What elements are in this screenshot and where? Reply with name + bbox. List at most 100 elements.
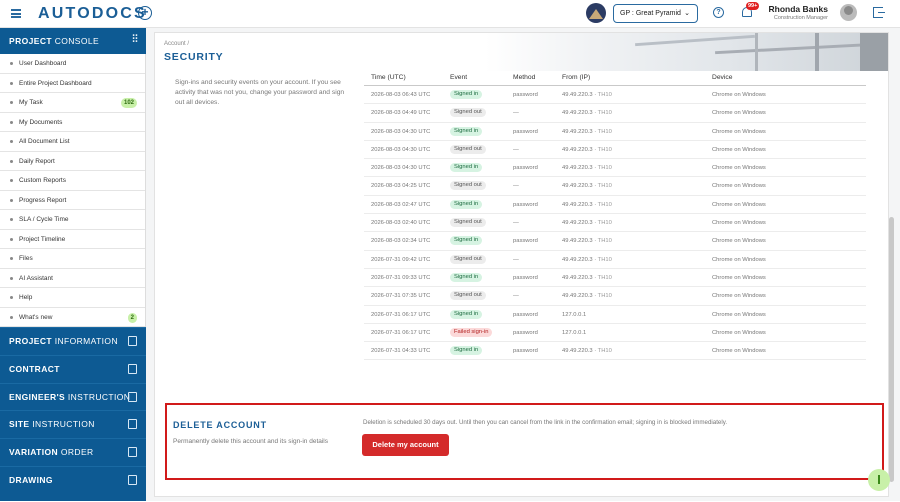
page-description: Sign-ins and security events on your acc… (175, 79, 345, 106)
table-row: 2026-07-31 06:17 UTC Failed sign-in passwo… (364, 324, 866, 343)
cell-ip: 127.0.0.1 (562, 324, 586, 342)
avatar[interactable] (840, 4, 857, 21)
sidebar-item[interactable]: Progress Report (0, 191, 145, 210)
cell-method: — (513, 256, 519, 263)
cell-ip: 127.0.0.1 (562, 306, 586, 324)
cell-device: Chrome on Windows (712, 201, 766, 208)
cell-event: Signed out (450, 177, 486, 195)
ip-address: 49.49.220.3 (562, 201, 593, 208)
sidebar-item-label: Entire Project Dashboard (19, 79, 92, 87)
cell-time: 2026-08-03 04:30 UTC (371, 146, 431, 153)
ip-address: 49.49.220.3 (562, 238, 593, 245)
event-badge: Failed sign-in (450, 327, 493, 337)
sidebar-item[interactable]: My Task 102 (0, 93, 145, 113)
cell-ip: 49.49.220.3 · TH10 (562, 201, 612, 208)
sidebar-item-label: Daily Report (19, 157, 55, 165)
help-icon[interactable]: ? (713, 7, 724, 18)
sidebar-item-label: AI Assistant (19, 274, 53, 282)
sidebar: PROJECT CONSOLE ⫶⫶ User Dashboard Entire … (0, 28, 146, 501)
sidebar-item-label: User Dashboard (19, 60, 67, 67)
ip-location: TH10 (597, 274, 612, 281)
event-badge: Signed in (450, 309, 483, 319)
ip-address: 49.49.220.3 (562, 92, 593, 98)
app-logo[interactable]: AUTODOCS (38, 5, 147, 23)
sidebar-section[interactable]: SITE INSTRUCTION (0, 410, 146, 438)
sidebar-section[interactable]: VARIATION ORDER (0, 438, 146, 466)
table-row: 2026-08-03 02:40 UTC Signed out — 49.49.220… (364, 214, 866, 233)
event-badge: Signed out (450, 291, 486, 301)
section-label-strong: PROJECT (9, 36, 52, 46)
sidebar-section[interactable]: DRAWING (0, 465, 146, 494)
delete-account-button[interactable]: Delete my account (362, 434, 449, 456)
sidebar-section[interactable]: ENGINEER'S INSTRUCTION (0, 382, 146, 411)
cell-method: password (513, 274, 538, 281)
cell-time: 2026-08-03 02:47 UTC (371, 201, 431, 208)
sidebar-section[interactable]: CONTRACT (0, 354, 146, 383)
event-badge: Signed out (450, 108, 486, 118)
menu-icon[interactable] (11, 9, 21, 18)
ip-location: TH10 (597, 220, 612, 227)
sidebar-item-label: What's new (19, 313, 53, 321)
cell-time: 2026-07-31 06:17 UTC (371, 311, 431, 318)
event-badge: Signed in (450, 272, 483, 282)
header-time: Time (UTC) (371, 74, 406, 81)
breadcrumb[interactable]: Account / (164, 41, 189, 47)
cell-method: password (513, 128, 538, 135)
cell-method: — (513, 183, 519, 190)
ip-location: TH10 (597, 183, 612, 190)
event-badge: Signed in (450, 163, 483, 173)
cell-event: Signed in (450, 342, 483, 360)
console-items: User Dashboard Entire Project Dashboard My… (0, 54, 146, 327)
sidebar-item[interactable]: Project Timeline (0, 230, 145, 249)
table-row: 2026-07-31 06:17 UTC Signed in password 127… (364, 306, 866, 324)
user-name[interactable]: Rhonda Banks (760, 4, 828, 14)
ip-location: TH10 (597, 256, 612, 263)
logout-icon[interactable] (873, 7, 885, 18)
cell-method: — (513, 110, 519, 117)
table-row: 2026-07-31 09:33 UTC Signed in password 49.… (364, 269, 866, 288)
sidebar-item[interactable]: SLA / Cycle Time (0, 210, 145, 230)
event-badge: Signed in (450, 89, 483, 99)
cell-device: Chrome on Windows (712, 311, 766, 318)
project-selector[interactable]: GP : Great Pyramid ⌄ (613, 4, 698, 23)
table-row: 2026-08-03 04:30 UTC Signed in password 49.… (364, 159, 866, 178)
sidebar-item[interactable]: What's new 2 (0, 308, 145, 327)
add-icon[interactable]: + (138, 6, 152, 20)
section-label-light: CONSOLE (54, 36, 100, 46)
sidebar-item[interactable]: Entire Project Dashboard (0, 74, 145, 93)
section-label-strong: PROJECT (9, 336, 52, 346)
sliders-icon[interactable]: ⫶⫶ (132, 35, 138, 45)
sidebar-item[interactable]: Daily Report (0, 152, 145, 171)
cell-ip: 49.49.220.3 · TH10 (562, 128, 612, 135)
cell-ip: 49.49.220.3 · TH10 (562, 110, 612, 117)
cell-device: Chrome on Windows (712, 92, 766, 98)
section-label-light: ORDER (60, 447, 94, 458)
section-label-strong: DRAWING (9, 474, 53, 485)
ip-address: 49.49.220.3 (562, 110, 593, 117)
cell-ip: 49.49.220.3 · TH10 (562, 92, 612, 98)
sidebar-item[interactable]: User Dashboard (0, 54, 145, 74)
sidebar-item[interactable]: Help (0, 288, 145, 308)
ip-address: 49.49.220.3 (562, 256, 593, 263)
section-label-strong: SITE (9, 419, 30, 430)
sidebar-item[interactable]: All Document List (0, 132, 145, 152)
sidebar-item[interactable]: Custom Reports (0, 171, 145, 191)
cell-time: 2026-08-03 04:30 UTC (371, 128, 431, 135)
table-header: Time (UTC) Event Method From (IP) Device (364, 72, 866, 86)
ip-address: 49.49.220.3 (562, 146, 593, 153)
cell-device: Chrome on Windows (712, 183, 766, 190)
sidebar-item[interactable]: My Documents (0, 113, 145, 132)
ip-address: 127.0.0.1 (562, 329, 587, 336)
scrollbar-thumb[interactable] (889, 217, 894, 482)
cell-method: — (513, 293, 519, 300)
scroll-top-button[interactable] (868, 469, 890, 491)
sidebar-item-label: SLA / Cycle Time (19, 216, 69, 223)
event-badge: Signed out (450, 144, 486, 154)
security-card: Account / SECURITY Sign-ins and security… (154, 32, 894, 497)
breadcrumb-account[interactable]: Account (164, 41, 186, 47)
section-project-console[interactable]: PROJECT CONSOLE ⫶⫶ (0, 28, 146, 54)
cell-ip: 49.49.220.3 · TH10 (562, 238, 612, 245)
sidebar-item[interactable]: AI Assistant (0, 269, 145, 288)
sidebar-item[interactable]: Files (0, 249, 145, 269)
sidebar-section[interactable]: PROJECT INFORMATION (0, 327, 146, 355)
